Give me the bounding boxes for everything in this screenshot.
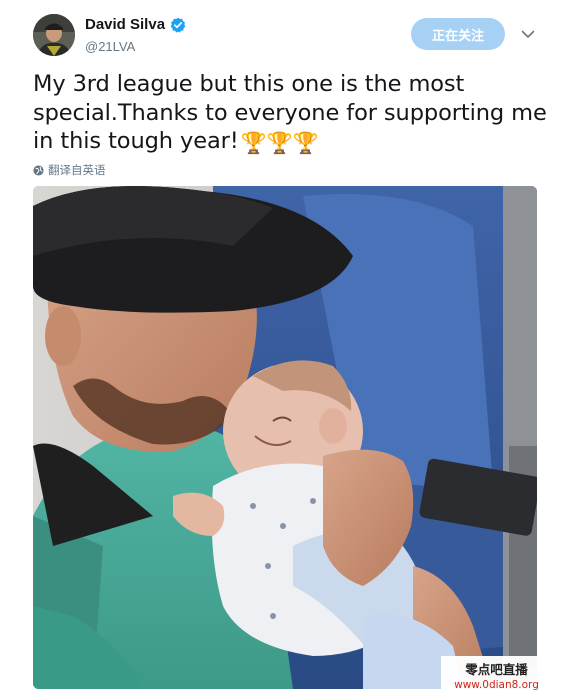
author-avatar[interactable] [33, 14, 75, 56]
trophy-emoji: 🏆🏆🏆 [240, 131, 319, 155]
translate-label: 翻译自英语 [48, 163, 106, 177]
watermark-url: www.0dian8.org [454, 679, 539, 691]
verified-badge-icon [170, 17, 186, 33]
avatar-photo-icon [33, 14, 75, 56]
tweet-photo[interactable] [33, 186, 537, 689]
site-watermark: 零点吧直播 www.0dian8.org [441, 656, 552, 694]
author-name-row[interactable]: David Silva [85, 16, 186, 33]
tweet-text: My 3rd league but this one is the most s… [33, 70, 548, 158]
translate-link[interactable]: 翻译自英语 [33, 162, 106, 178]
author-handle[interactable]: @21LVA [85, 39, 135, 54]
author-display-name[interactable]: David Silva [85, 16, 165, 33]
following-button[interactable]: 正在关注 [411, 18, 505, 50]
watermark-title: 零点吧直播 [465, 662, 528, 677]
chevron-down-icon[interactable] [520, 26, 536, 42]
photo-icon [33, 186, 537, 689]
tweet-card: David Silva @21LVA 正在关注 My 3rd league bu… [0, 0, 567, 697]
globe-icon [33, 164, 44, 176]
